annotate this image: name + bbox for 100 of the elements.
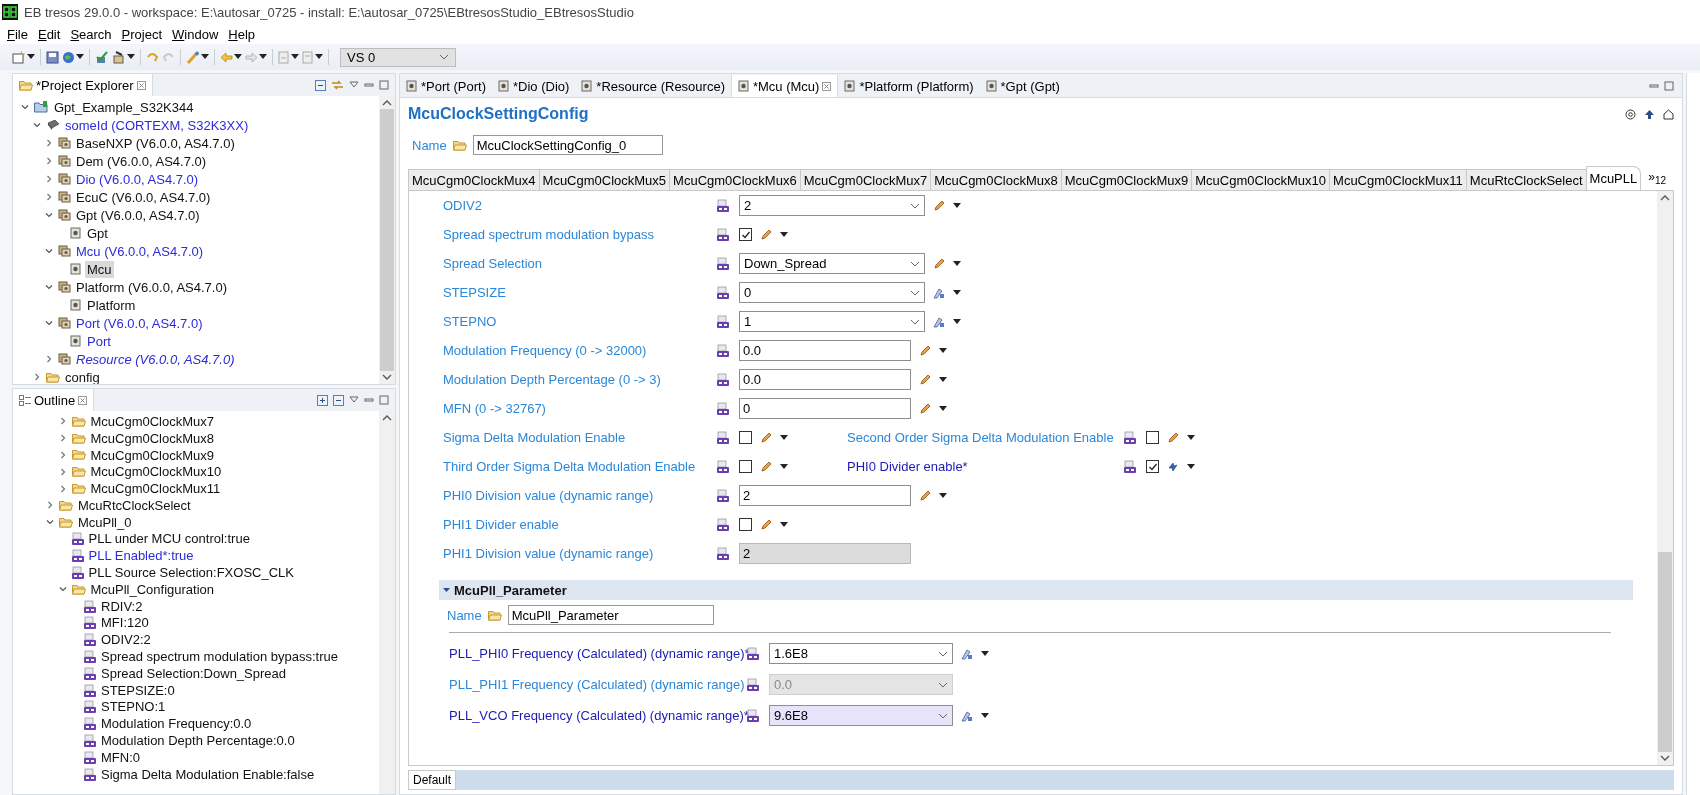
dropdown-caret-icon[interactable] [780, 434, 788, 441]
dropdown-caret-icon[interactable] [234, 54, 242, 60]
dropdown-caret-icon[interactable] [27, 54, 35, 60]
tree-item[interactable]: McuPll_Configuration [88, 580, 217, 598]
editor-tab[interactable]: *Platform (Platform) [838, 75, 980, 97]
expand-chevron-icon[interactable] [45, 193, 53, 201]
dropdown-caret-icon[interactable] [780, 231, 788, 238]
config-tab[interactable]: McuCgm0ClockMux7 [799, 169, 932, 190]
tree-item[interactable]: Mcu [85, 260, 114, 278]
link-icon[interactable] [1167, 460, 1179, 473]
menu-item[interactable]: Help [227, 26, 257, 42]
pencil-icon[interactable] [919, 402, 931, 415]
view-tab[interactable]: *Project Explorer [13, 74, 153, 96]
scrollbar[interactable] [379, 411, 395, 794]
expand-chevron-icon[interactable] [45, 157, 53, 165]
expand-chevron-icon[interactable] [33, 373, 41, 381]
checkbox[interactable] [739, 431, 752, 444]
minimize-icon[interactable] [364, 395, 374, 405]
dropdown-caret-icon[interactable] [76, 54, 84, 60]
tree-item[interactable]: MFN:0 [99, 748, 142, 766]
tree-item[interactable]: Platform [85, 296, 138, 314]
editor-tab[interactable]: *Gpt (Gpt) [979, 75, 1066, 97]
collapse-all-icon[interactable] [333, 394, 344, 406]
dropdown-caret-icon[interactable] [981, 650, 989, 657]
collapse-caret-icon[interactable] [443, 587, 450, 593]
dropdown-caret-icon[interactable] [201, 54, 209, 60]
tree-item[interactable]: MFI:120 [99, 614, 151, 632]
config-tab[interactable]: McuRtcClockSelect [1465, 169, 1587, 190]
scroll-down-icon[interactable] [382, 374, 392, 381]
input-field[interactable]: 0.0 [739, 340, 911, 361]
checkbox[interactable] [1146, 431, 1159, 444]
collapse-chevron-icon[interactable] [45, 283, 53, 291]
scrollbar[interactable] [1657, 191, 1673, 765]
menu-item[interactable]: File [6, 26, 29, 42]
pencil-icon[interactable] [919, 344, 931, 357]
dropdown-caret-icon[interactable] [939, 492, 947, 499]
config-tab[interactable]: McuCgm0ClockMux10 [1191, 169, 1331, 190]
tree-item[interactable]: BaseNXP (V6.0.0, AS4.7.0) [74, 134, 237, 152]
tree-item[interactable]: Mcu (V6.0.0, AS4.7.0) [74, 242, 206, 260]
tree-item[interactable]: Dio (V6.0.0, AS4.7.0) [74, 170, 201, 188]
scroll-up-icon[interactable] [1660, 194, 1670, 201]
dropdown-caret-icon[interactable] [953, 260, 961, 267]
name-field[interactable]: McuClockSettingConfig_0 [472, 135, 663, 155]
tree-item[interactable]: STEPSIZE:0 [99, 681, 177, 699]
input-field[interactable]: 0 [739, 398, 911, 419]
tree-item[interactable]: Spread spectrum modulation bypass:true [99, 648, 340, 666]
section-header[interactable]: McuPll_Parameter [439, 580, 1633, 600]
view-menu-icon[interactable] [349, 81, 359, 89]
collapse-chevron-icon[interactable] [45, 247, 53, 255]
input-field[interactable]: 2 [739, 485, 911, 506]
dropdown-caret-icon[interactable] [939, 405, 947, 412]
tree-item[interactable]: McuCgm0ClockMux7 [88, 412, 217, 430]
menu-item[interactable]: Search [69, 26, 113, 42]
tree-item[interactable]: Gpt_Example_S32K344 [52, 98, 196, 116]
pencil-icon[interactable] [760, 431, 772, 444]
minimize-icon[interactable] [364, 80, 374, 90]
tree-item[interactable]: PLL under MCU control:true [86, 530, 252, 548]
editor-tab[interactable]: *Port (Port) [400, 75, 492, 97]
close-icon[interactable] [78, 395, 88, 405]
config-tab[interactable]: McuCgm0ClockMux11 [1329, 169, 1467, 190]
tree-item[interactable]: config [63, 368, 102, 384]
config-tab[interactable]: McuCgm0ClockMux5 [538, 169, 671, 190]
dropdown-caret-icon[interactable] [981, 712, 989, 719]
expand-chevron-icon[interactable] [58, 417, 67, 426]
maximize-icon[interactable] [379, 80, 389, 90]
tree-item[interactable]: PLL Enabled*:true [86, 547, 196, 565]
variant-dropdown[interactable]: VS 0 [340, 47, 456, 67]
config-tab[interactable]: McuCgm0ClockMux8 [930, 169, 1062, 190]
expand-all-icon[interactable] [317, 394, 328, 406]
expand-chevron-icon[interactable] [45, 175, 53, 183]
config-tab[interactable]: McuCgm0ClockMux4 [408, 169, 540, 190]
view-tab[interactable]: Outline [13, 389, 95, 411]
expand-chevron-icon[interactable] [58, 467, 67, 476]
pencil-icon[interactable] [919, 489, 931, 502]
scrollbar[interactable] [379, 96, 395, 384]
globe-icon[interactable] [62, 50, 75, 64]
tree-item[interactable]: McuCgm0ClockMux10 [88, 463, 224, 481]
collapse-chevron-icon[interactable] [21, 103, 29, 111]
scroll-down-icon[interactable] [1660, 755, 1670, 762]
pencil-icon[interactable] [933, 257, 945, 270]
checkbox[interactable] [739, 228, 752, 241]
save-icon[interactable] [46, 50, 59, 64]
check-icon[interactable] [95, 50, 109, 64]
calculator-icon[interactable] [933, 315, 945, 328]
dropdown-caret-icon[interactable] [1187, 434, 1195, 441]
tree-item[interactable]: McuCgm0ClockMux11 [88, 480, 223, 498]
up-arrow-icon[interactable] [1644, 108, 1655, 120]
expand-chevron-icon[interactable] [58, 434, 67, 443]
tree-item[interactable]: Modulation Frequency:0.0 [99, 715, 254, 733]
tree-item[interactable]: McuPll_0 [76, 513, 134, 531]
wand-icon[interactable] [186, 50, 200, 64]
expand-chevron-icon[interactable] [45, 139, 53, 147]
tree-item[interactable]: Spread Selection:Down_Spread [99, 664, 288, 682]
pencil-icon[interactable] [760, 460, 772, 473]
tree-item[interactable]: Port (V6.0.0, AS4.7.0) [74, 314, 205, 332]
tree-item[interactable]: Platform (V6.0.0, AS4.7.0) [74, 278, 230, 296]
editor-tab[interactable]: *Mcu (Mcu) [730, 75, 839, 97]
dropdown-caret-icon[interactable] [315, 54, 323, 60]
tree-item[interactable]: Dem (V6.0.0, AS4.7.0) [74, 152, 209, 170]
dropdown-caret-icon[interactable] [259, 54, 267, 60]
